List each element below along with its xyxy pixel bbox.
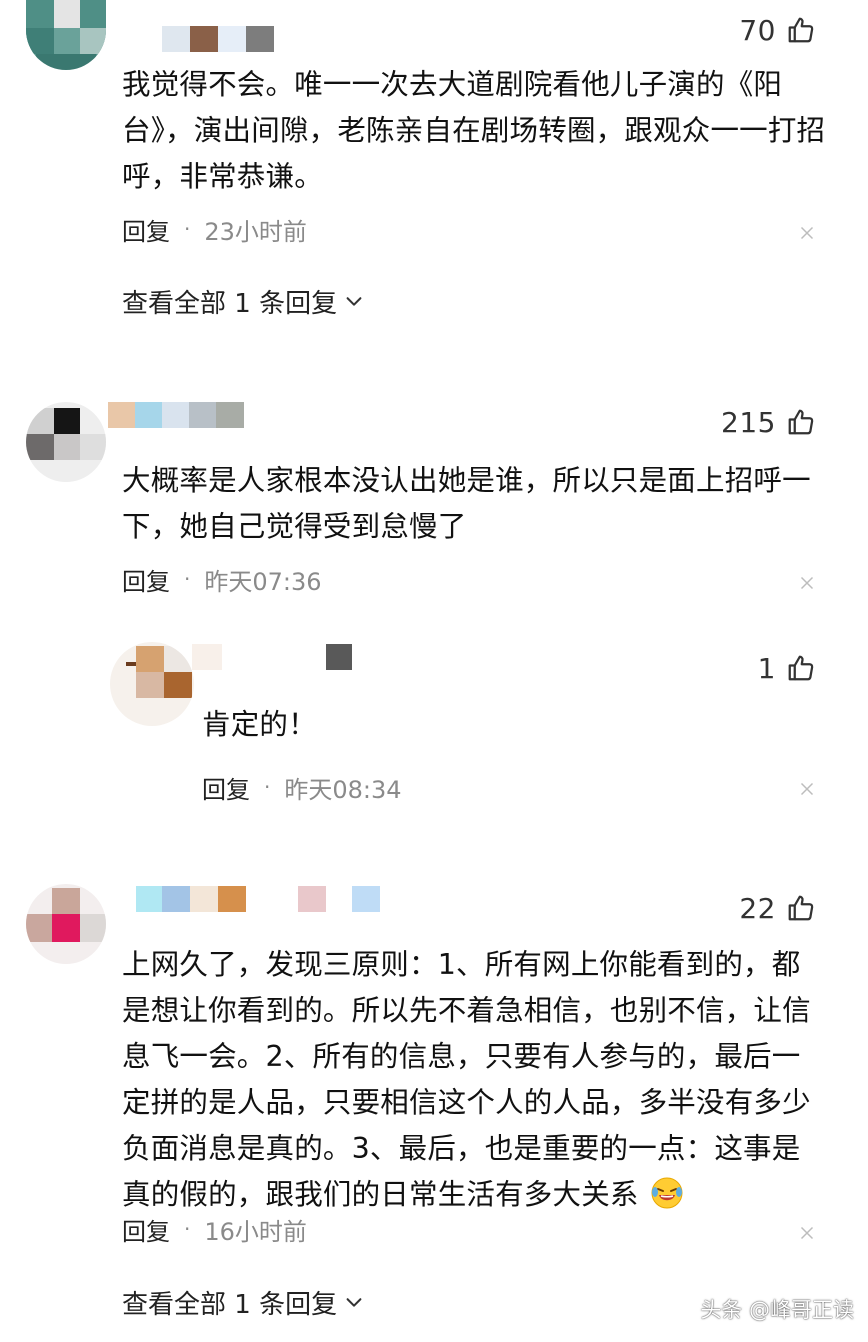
- view-all-label: 查看全部 1 条回复: [122, 1289, 338, 1320]
- reply-button[interactable]: 回复: [122, 562, 170, 597]
- comment-1: 70 我觉得不会。唯一一次去大道剧院看他儿子演的《阳台》，演出间隙，老陈亲自在剧…: [0, 0, 868, 340]
- comment-meta: 回复 · 昨天07:36: [122, 562, 322, 596]
- thumbs-up-icon: [786, 893, 816, 923]
- chevron-down-icon: [346, 1298, 362, 1307]
- username-blurred[interactable]: [192, 644, 354, 670]
- view-all-label: 查看全部 1 条回复: [122, 288, 338, 319]
- like-button[interactable]: 1: [758, 648, 816, 688]
- comment-3: 22 上网久了，发现三原则：1、所有网上你能看到的，都是想让你看到的。所以先不着…: [0, 882, 868, 1342]
- username-blurred[interactable]: [108, 402, 244, 428]
- comment-text: 大概率是人家根本没认出她是谁，所以只是面上招呼一下，她自己觉得受到怠慢了: [122, 464, 811, 543]
- sub-reply: 1 肯定的！ 回复 · 昨天08:34: [0, 640, 868, 830]
- timestamp: 16小时前: [204, 1217, 307, 1246]
- like-count: 215: [721, 405, 776, 439]
- like-button[interactable]: 70: [739, 10, 816, 50]
- thumbs-up-icon: [786, 407, 816, 437]
- separator-dot: ·: [184, 1217, 191, 1241]
- timestamp: 昨天08:34: [284, 775, 402, 804]
- chevron-down-icon: [346, 297, 362, 306]
- view-all-replies-button[interactable]: 查看全部 1 条回复: [122, 281, 365, 321]
- separator-dot: ·: [184, 217, 191, 241]
- avatar[interactable]: [110, 642, 194, 726]
- close-icon[interactable]: [796, 1222, 818, 1244]
- reply-meta: 回复 · 昨天08:34: [202, 770, 402, 804]
- avatar[interactable]: [26, 0, 106, 70]
- avatar[interactable]: [26, 884, 106, 964]
- reply-button[interactable]: 回复: [122, 212, 170, 247]
- username-blurred[interactable]: [162, 26, 274, 52]
- comment-text: 上网久了，发现三原则：1、所有网上你能看到的，都是想让你看到的。所以先不着急相信…: [122, 942, 820, 1218]
- separator-dot: ·: [184, 567, 191, 591]
- reply-button[interactable]: 回复: [202, 770, 250, 805]
- laughing-crying-emoji-icon: [650, 1176, 684, 1210]
- reply-text: 肯定的！: [202, 708, 317, 741]
- separator-dot: ·: [264, 775, 271, 799]
- timestamp: 昨天07:36: [204, 567, 322, 596]
- thumbs-up-icon: [786, 653, 816, 683]
- like-count: 22: [739, 891, 776, 925]
- comment-meta: 回复 · 23小时前: [122, 212, 307, 246]
- reply-button[interactable]: 回复: [122, 1212, 170, 1247]
- comment-meta: 回复 · 16小时前: [122, 1212, 307, 1246]
- close-icon[interactable]: [796, 222, 818, 244]
- like-count: 1: [757, 651, 776, 685]
- comment-text: 我觉得不会。唯一一次去大道剧院看他儿子演的《阳台》，演出间隙，老陈亲自在剧场转圈…: [122, 68, 826, 193]
- timestamp: 23小时前: [204, 217, 307, 246]
- avatar[interactable]: [26, 402, 106, 482]
- username-blurred[interactable]: [136, 886, 382, 912]
- close-icon[interactable]: [796, 778, 818, 800]
- comment-text-content: 上网久了，发现三原则：1、所有网上你能看到的，都是想让你看到的。所以先不着急相信…: [122, 948, 811, 1211]
- thumbs-up-icon: [786, 15, 816, 45]
- like-button[interactable]: 215: [721, 402, 816, 442]
- comment-2: 215 大概率是人家根本没认出她是谁，所以只是面上招呼一下，她自己觉得受到怠慢了…: [0, 396, 868, 836]
- view-all-replies-button[interactable]: 查看全部 1 条回复: [122, 1282, 365, 1322]
- like-button[interactable]: 22: [739, 888, 816, 928]
- close-icon[interactable]: [796, 572, 818, 594]
- watermark: 头条 @峰哥正读: [700, 1298, 854, 1322]
- like-count: 70: [739, 13, 776, 47]
